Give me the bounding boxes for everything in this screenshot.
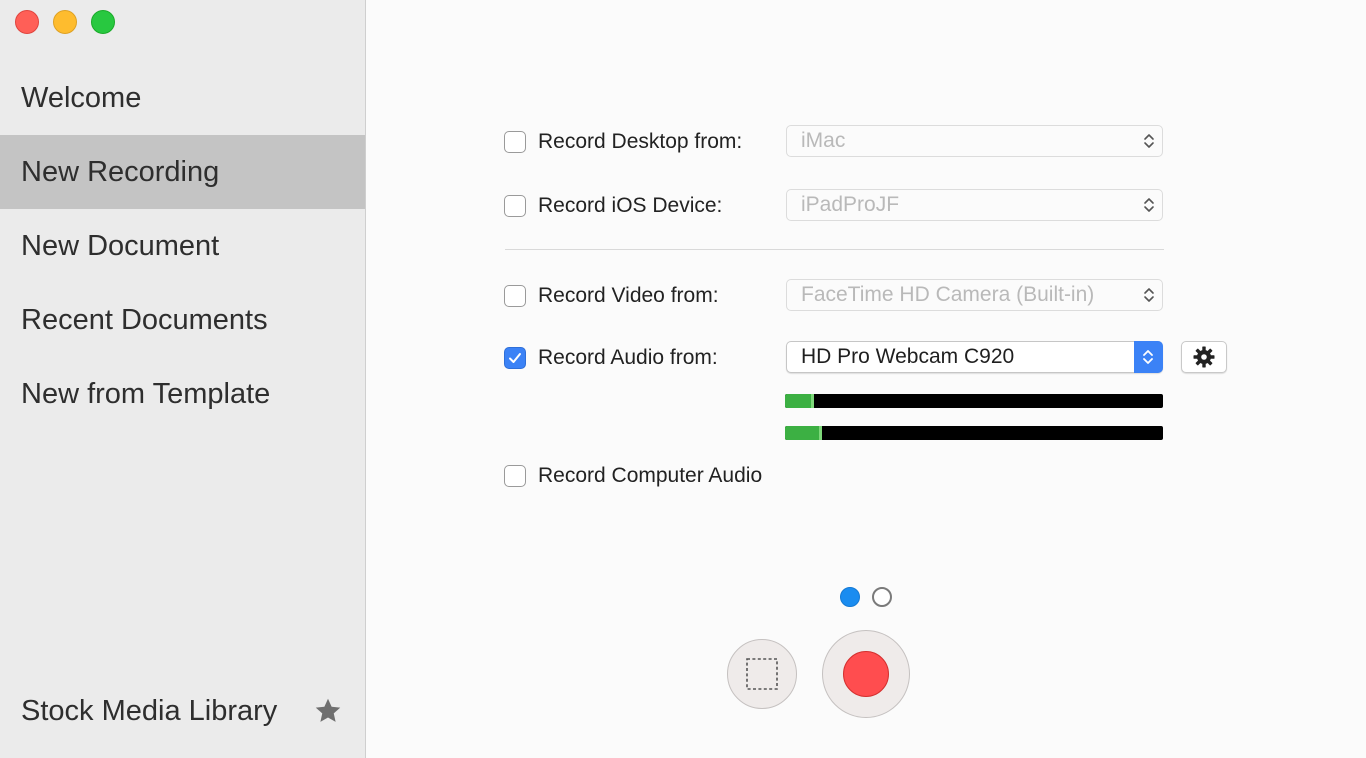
record-video-row: Record Video from: [504, 284, 719, 308]
video-source-select[interactable]: FaceTime HD Camera (Built-in) [786, 279, 1163, 311]
audio-level-meter-left [785, 394, 1163, 408]
desktop-source-value: iMac [801, 129, 846, 152]
minimize-window-button[interactable] [53, 10, 77, 34]
record-computer-audio-row: Record Computer Audio [504, 464, 762, 488]
video-source-value: FaceTime HD Camera (Built-in) [801, 283, 1095, 306]
record-computer-audio-checkbox[interactable] [504, 465, 526, 487]
gear-icon [1193, 346, 1215, 368]
record-audio-checkbox[interactable] [504, 347, 526, 369]
sidebar-nav: Welcome New Recording New Document Recen… [0, 61, 365, 431]
chevron-up-down-icon [1144, 134, 1154, 148]
record-desktop-checkbox[interactable] [504, 131, 526, 153]
audio-source-select[interactable]: HD Pro Webcam C920 [786, 341, 1163, 373]
record-ios-row: Record iOS Device: [504, 194, 722, 218]
record-ios-checkbox[interactable] [504, 195, 526, 217]
page-dot-2[interactable] [872, 587, 892, 607]
audio-level-fill [785, 394, 811, 408]
select-region-button[interactable] [727, 639, 797, 709]
section-divider [505, 249, 1164, 250]
record-ios-label: Record iOS Device: [538, 194, 723, 217]
record-video-label: Record Video from: [538, 284, 719, 307]
sidebar-item-new-document[interactable]: New Document [0, 209, 365, 283]
sidebar-item-recent-documents[interactable]: Recent Documents [0, 283, 365, 357]
stock-media-label: Stock Media Library [21, 694, 278, 727]
page-dot-1[interactable] [840, 587, 860, 607]
sidebar-item-welcome[interactable]: Welcome [0, 61, 365, 135]
sidebar-item-new-recording[interactable]: New Recording [0, 135, 365, 209]
record-button[interactable] [822, 630, 910, 718]
record-computer-audio-label: Record Computer Audio [538, 464, 763, 487]
audio-level-fill [785, 426, 819, 440]
chevron-up-down-icon [1144, 198, 1154, 212]
record-video-checkbox[interactable] [504, 285, 526, 307]
record-desktop-label: Record Desktop from: [538, 130, 743, 153]
checkmark-icon [509, 353, 521, 363]
star-icon [315, 698, 341, 722]
main-panel: Record Desktop from: iMac Record iOS Dev… [366, 0, 1366, 758]
sidebar-item-stock-media-library[interactable]: Stock Media Library [0, 686, 365, 736]
desktop-source-select[interactable]: iMac [786, 125, 1163, 157]
audio-level-meter-right [785, 426, 1163, 440]
sidebar-item-new-from-template[interactable]: New from Template [0, 357, 365, 431]
record-audio-label: Record Audio from: [538, 346, 718, 369]
zoom-window-button[interactable] [91, 10, 115, 34]
record-icon [843, 651, 889, 697]
sidebar: Welcome New Recording New Document Recen… [0, 0, 366, 758]
audio-settings-button[interactable] [1181, 341, 1227, 373]
audio-level-peak [819, 426, 822, 440]
page-indicator [840, 587, 892, 607]
audio-source-value: HD Pro Webcam C920 [801, 345, 1015, 368]
close-window-button[interactable] [15, 10, 39, 34]
ios-source-select[interactable]: iPadProJF [786, 189, 1163, 221]
record-desktop-row: Record Desktop from: [504, 130, 742, 154]
chevron-up-down-icon [1144, 288, 1154, 302]
record-audio-row: Record Audio from: [504, 346, 718, 370]
selection-region-icon [746, 658, 778, 690]
audio-level-peak [811, 394, 814, 408]
window-controls [15, 10, 115, 34]
chevron-up-down-icon [1143, 350, 1153, 364]
ios-source-value: iPadProJF [801, 193, 900, 216]
